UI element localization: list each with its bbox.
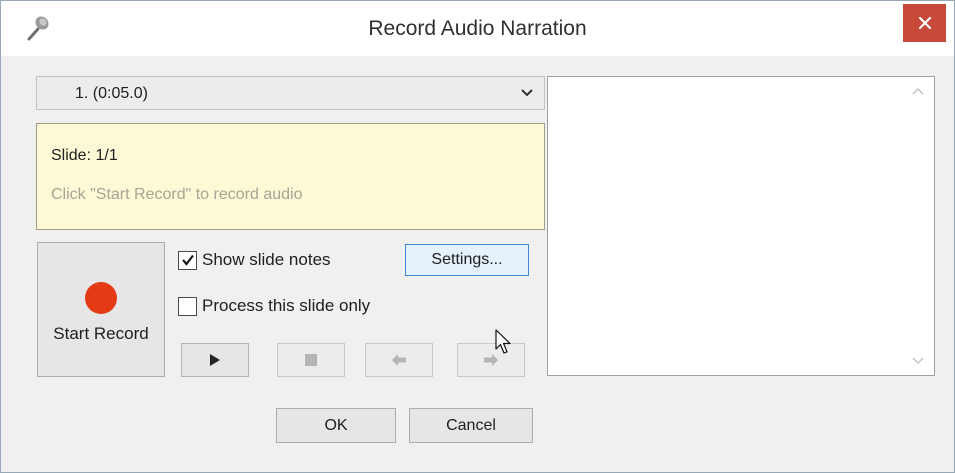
slide-counter: Slide: 1/1 [51, 147, 118, 164]
process-slide-only-checkbox[interactable] [178, 296, 197, 316]
close-icon [918, 16, 931, 30]
ok-button[interactable]: OK [276, 408, 396, 443]
slide-selector-value: 1. (0:05.0) [75, 85, 148, 102]
close-button[interactable] [903, 4, 946, 42]
scroll-up-icon[interactable] [912, 87, 924, 95]
arrow-right-icon [484, 354, 498, 366]
cancel-button[interactable]: Cancel [409, 408, 533, 443]
title-bar[interactable]: Record Audio Narration [1, 1, 954, 56]
window-title: Record Audio Narration [368, 17, 587, 40]
show-slide-notes-label: Show slide notes [202, 250, 331, 269]
process-slide-only-label: Process this slide only [202, 296, 371, 315]
scroll-down-icon[interactable] [912, 357, 924, 365]
record-hint: Click "Start Record" to record audio [51, 186, 303, 203]
mouse-pointer-icon [495, 329, 511, 354]
play-button[interactable] [181, 343, 249, 377]
stop-button[interactable] [277, 343, 345, 377]
previous-button[interactable] [365, 343, 433, 377]
start-record-button[interactable]: Start Record [37, 242, 165, 377]
chevron-down-icon [521, 89, 533, 97]
checkmark-icon [181, 254, 194, 266]
next-button[interactable] [457, 343, 525, 377]
slide-preview-panel[interactable] [547, 76, 935, 376]
record-audio-narration-dialog: Record Audio Narration 1. (0:05.0) Slide… [0, 0, 955, 473]
slide-selector-dropdown[interactable]: 1. (0:05.0) [36, 76, 545, 110]
process-slide-only-option[interactable]: Process this slide only [178, 296, 370, 316]
show-slide-notes-checkbox[interactable] [178, 250, 197, 270]
record-dot-icon [85, 282, 117, 314]
settings-button[interactable]: Settings... [405, 244, 529, 276]
show-slide-notes-option[interactable]: Show slide notes [178, 250, 331, 270]
stop-icon [305, 354, 317, 366]
start-record-label: Start Record [53, 324, 149, 343]
play-icon [210, 354, 220, 366]
slide-notes-panel: Slide: 1/1 Click "Start Record" to recor… [36, 123, 545, 230]
arrow-left-icon [392, 354, 406, 366]
dialog-body: 1. (0:05.0) Slide: 1/1 Click "Start Reco… [17, 56, 938, 464]
